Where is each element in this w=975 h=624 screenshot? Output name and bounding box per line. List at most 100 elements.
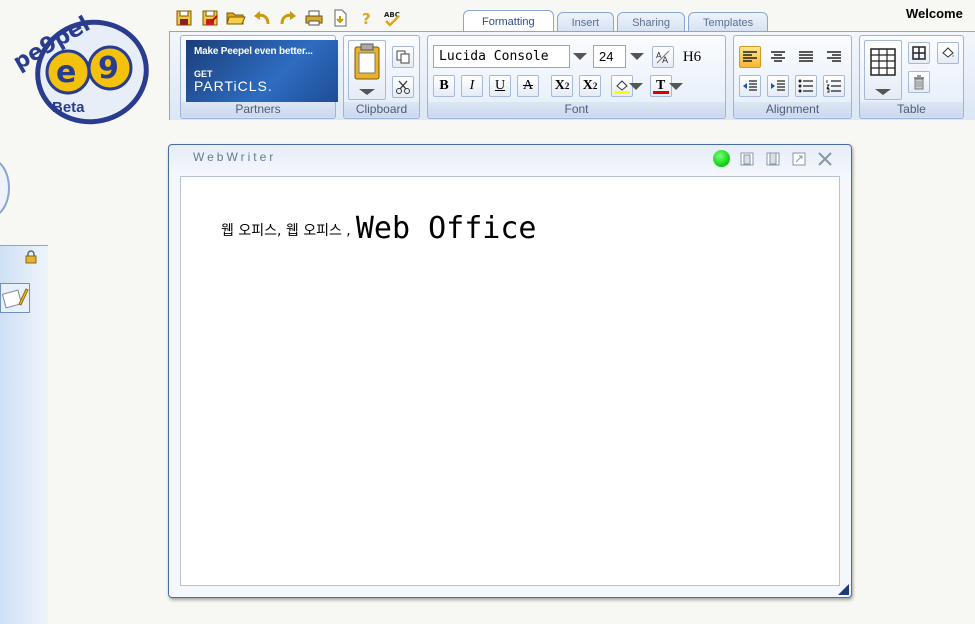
paste-icon <box>354 43 380 95</box>
open-folder-icon[interactable] <box>224 6 247 29</box>
left-sidebar-divider <box>0 245 48 246</box>
indent-icon <box>771 80 785 91</box>
beta-badge: Beta <box>52 99 85 116</box>
underline-button[interactable]: U <box>489 75 511 97</box>
window-title: WebWriter <box>193 150 277 164</box>
save-as-icon[interactable] <box>198 6 221 29</box>
heading-button[interactable]: H6 <box>679 46 705 68</box>
print-icon[interactable] <box>302 6 325 29</box>
font-family-dropdown-icon[interactable] <box>570 45 590 68</box>
align-center-icon <box>771 51 785 62</box>
superscript-mark: 2 <box>592 81 598 91</box>
align-justify-icon <box>799 51 813 62</box>
partners-group: Make Peepel even better... GET PARTiCLS.… <box>180 35 338 119</box>
export-icon[interactable] <box>328 6 351 29</box>
strikethrough-button[interactable]: A <box>517 75 539 97</box>
scissors-icon <box>396 80 410 94</box>
save-icon[interactable] <box>172 6 195 29</box>
svg-text:?: ? <box>362 10 371 27</box>
align-left-button[interactable] <box>739 46 761 68</box>
table-group: Table <box>859 35 964 119</box>
align-center-button[interactable] <box>767 46 789 68</box>
outdent-button[interactable] <box>739 75 761 97</box>
tab-templates[interactable]: Templates <box>688 12 769 32</box>
resize-grip-icon[interactable] <box>836 582 850 596</box>
banner-headline: Make Peepel even better... <box>194 46 313 57</box>
indent-button[interactable] <box>767 75 789 97</box>
bullet-list-button[interactable] <box>795 75 817 97</box>
highlight-color-dropdown-icon[interactable] <box>630 75 642 97</box>
window-tile-left-icon[interactable] <box>738 150 756 168</box>
tab-sharing[interactable]: Sharing <box>617 12 686 32</box>
table-label: Table <box>860 102 963 117</box>
spellcheck-icon[interactable]: ABC <box>380 6 403 29</box>
subscript-button[interactable]: X2 <box>551 75 573 97</box>
document-content[interactable]: 웹 오피스, 웹 오피스 , Web Office <box>221 211 536 246</box>
partners-label: Partners <box>181 102 335 117</box>
numbered-list-icon <box>826 80 841 93</box>
svg-text:e: e <box>56 55 76 90</box>
align-right-icon <box>827 51 841 62</box>
cell-fill-button[interactable] <box>937 42 959 64</box>
bold-button[interactable]: B <box>433 75 455 97</box>
webwriter-window: WebWriter 웹 오피스, 웹 오피스 , Web Office <box>168 144 852 598</box>
subscript-mark: 2 <box>564 81 570 91</box>
table-icon <box>870 48 896 95</box>
outdent-icon <box>743 80 757 91</box>
font-size-grow-button[interactable]: AA <box>652 46 674 68</box>
bullet-list-icon <box>798 79 813 93</box>
alignment-group: Alignment <box>733 35 852 119</box>
font-group: Lucida Console 24 AA H6 B I U A X2 X2 T … <box>427 35 726 119</box>
font-label: Font <box>428 102 725 117</box>
lock-icon[interactable] <box>24 250 38 264</box>
redo-icon[interactable] <box>276 6 299 29</box>
window-tile-right-icon[interactable] <box>764 150 782 168</box>
font-size-select[interactable]: 24 <box>593 45 626 68</box>
status-indicator-icon <box>713 150 730 167</box>
delete-table-button[interactable] <box>908 71 930 93</box>
superscript-label: X <box>582 78 593 93</box>
alignment-label: Alignment <box>734 102 851 117</box>
korean-text: 웹 오피스, 웹 오피스 , <box>221 223 351 239</box>
tab-formatting[interactable]: Formatting <box>463 10 554 32</box>
clipboard-label: Clipboard <box>344 102 419 117</box>
italic-button[interactable]: I <box>461 75 483 97</box>
svg-text:T: T <box>656 78 666 93</box>
svg-text:9: 9 <box>98 51 119 86</box>
quick-access-toolbar: ? ABC <box>172 6 403 30</box>
numbered-list-button[interactable] <box>823 75 845 97</box>
subscript-label: X <box>554 78 565 93</box>
trash-icon <box>914 75 924 90</box>
peepel-logo: e 9 pe9pel Beta <box>9 12 149 125</box>
superscript-button[interactable]: X2 <box>579 75 601 97</box>
text-color-dropdown-icon[interactable] <box>670 75 682 97</box>
tab-insert[interactable]: Insert <box>556 12 615 32</box>
partners-banner[interactable]: Make Peepel even better... GET PARTiCLS. <box>186 40 338 102</box>
window-close-icon[interactable] <box>816 150 834 168</box>
undo-icon[interactable] <box>250 6 273 29</box>
clipboard-group: Clipboard <box>343 35 420 119</box>
help-icon[interactable]: ? <box>354 6 377 29</box>
table-borders-icon <box>912 46 926 60</box>
english-text: Web Office <box>355 211 537 246</box>
align-right-button[interactable] <box>823 46 845 68</box>
window-maximize-icon[interactable] <box>790 150 808 168</box>
copy-icon <box>396 50 410 64</box>
align-justify-button[interactable] <box>795 46 817 68</box>
banner-brand: PARTiCLS. <box>194 78 273 94</box>
text-color-icon: T <box>653 78 669 94</box>
align-left-icon <box>743 51 757 62</box>
font-size-dropdown-icon[interactable] <box>627 45 647 68</box>
copy-button[interactable] <box>392 46 414 68</box>
font-resize-icon: AA <box>656 50 670 65</box>
notes-icon[interactable] <box>0 283 30 313</box>
document-editor[interactable]: 웹 오피스, 웹 오피스 , Web Office <box>180 176 840 586</box>
table-borders-button[interactable] <box>908 42 930 64</box>
welcome-text: Welcome <box>906 6 963 21</box>
ribbon: Make Peepel even better... GET PARTiCLS.… <box>169 31 975 120</box>
left-panel-knob[interactable] <box>0 158 10 218</box>
insert-table-button[interactable] <box>864 40 902 100</box>
font-family-select[interactable]: Lucida Console <box>433 45 570 68</box>
paste-button[interactable] <box>348 40 386 100</box>
cut-button[interactable] <box>392 76 414 98</box>
